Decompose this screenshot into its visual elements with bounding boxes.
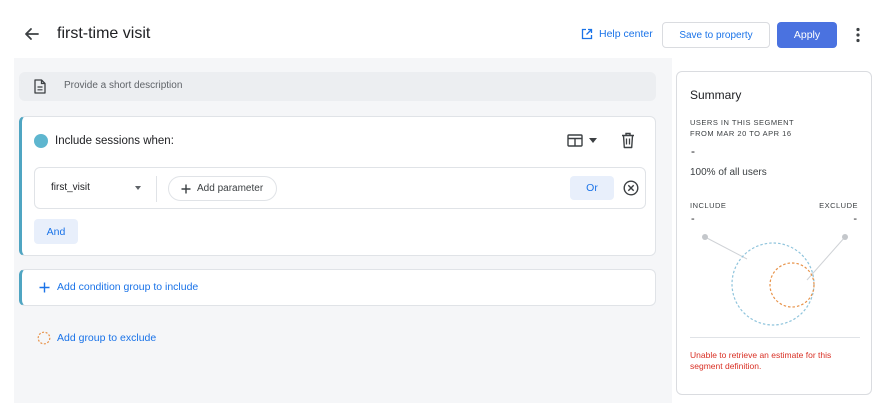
- include-group-title: Include sessions when:: [55, 135, 174, 147]
- users-in-segment-label: USERS IN THIS SEGMENT: [690, 118, 795, 127]
- add-condition-group-button[interactable]: Add condition group to include: [19, 269, 656, 306]
- exclude-circle: [769, 262, 815, 308]
- add-parameter-button[interactable]: Add parameter: [168, 176, 277, 201]
- description-field[interactable]: Provide a short description: [19, 72, 656, 101]
- event-selector[interactable]: first_visit: [51, 182, 90, 193]
- trash-icon[interactable]: [620, 132, 636, 149]
- open-in-new-icon: [581, 28, 593, 40]
- include-circle: [731, 242, 815, 326]
- caret-down-icon: [589, 138, 597, 143]
- page-title: first-time visit: [57, 25, 151, 42]
- estimate-error-message: Unable to retrieve an estimate for this …: [690, 350, 832, 371]
- segment-venn-diagram: [702, 234, 848, 326]
- summary-divider: [690, 337, 860, 338]
- view-layout-icon: [567, 134, 583, 147]
- help-center-label: Help center: [599, 28, 653, 40]
- or-button[interactable]: Or: [570, 176, 614, 200]
- more-vert-icon[interactable]: [849, 26, 867, 44]
- save-to-property-button[interactable]: Save to property: [662, 22, 770, 48]
- apply-button[interactable]: Apply: [777, 22, 837, 48]
- plus-icon: [181, 184, 191, 193]
- include-pointer-dot: [702, 234, 708, 240]
- back-arrow-icon[interactable]: [22, 24, 42, 44]
- include-condition-group: Include sessions when: first_visit Add p…: [19, 116, 656, 256]
- divider: [156, 176, 157, 202]
- add-parameter-label: Add parameter: [197, 183, 264, 194]
- help-center-link[interactable]: Help center: [581, 28, 653, 40]
- dashed-circle-icon: [37, 331, 51, 345]
- cancel-circle-icon[interactable]: [623, 180, 639, 196]
- exclude-label: EXCLUDE: [819, 201, 858, 210]
- description-placeholder: Provide a short description: [64, 80, 183, 91]
- document-icon: [34, 79, 46, 94]
- add-condition-group-label: Add condition group to include: [57, 281, 199, 293]
- percent-of-users: 100% of all users: [690, 167, 767, 178]
- date-range-label: FROM MAR 20 TO APR 16: [690, 129, 792, 138]
- include-pointer-line: [704, 236, 748, 260]
- exclude-pointer-dot: [842, 234, 848, 240]
- condition-row: first_visit Add parameter Or: [34, 167, 646, 209]
- exclude-pointer-line: [806, 236, 846, 281]
- summary-title: Summary: [690, 88, 742, 102]
- add-exclude-group-button[interactable]: Add group to exclude: [37, 331, 156, 345]
- include-label: INCLUDE: [690, 201, 727, 210]
- add-exclude-group-label: Add group to exclude: [57, 332, 157, 344]
- plus-icon: [39, 282, 50, 293]
- summary-panel: Summary USERS IN THIS SEGMENT FROM MAR 2…: [676, 71, 872, 395]
- view-options-dropdown[interactable]: [567, 134, 597, 147]
- and-button[interactable]: And: [34, 219, 78, 244]
- include-dot-icon: [34, 134, 48, 148]
- users-value: -: [691, 144, 695, 158]
- top-bar: first-time visit Help center Save to pro…: [0, 0, 886, 58]
- event-dropdown-caret-icon[interactable]: [135, 186, 141, 190]
